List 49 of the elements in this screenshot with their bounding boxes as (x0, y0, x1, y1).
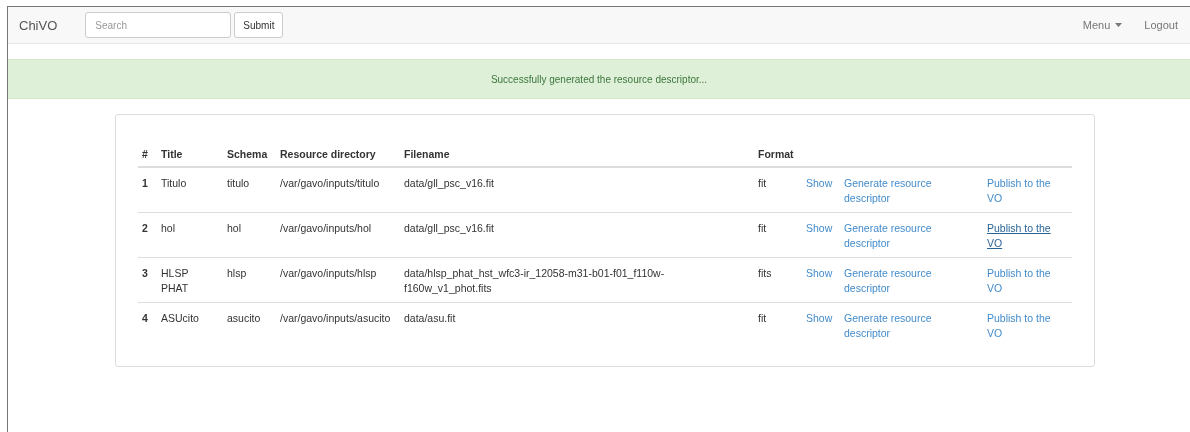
table-cell-text: HLSP PHAT (161, 266, 190, 296)
alert-message: Successfully generated the resource descriptor... (490, 73, 708, 85)
column-header: Resource directory (276, 140, 400, 167)
menu-dropdown[interactable]: Menu (1082, 19, 1123, 31)
column-header: Filename (400, 140, 754, 167)
table-cell: 4 (138, 302, 157, 347)
table-cell: /var/gavo/inputs/hol (276, 212, 400, 258)
logout-link[interactable]: Logout (1144, 19, 1178, 31)
generate-link[interactable]: Generate resource descriptor (844, 266, 979, 296)
column-header: Schema (223, 140, 276, 167)
table-cell: fits (754, 257, 802, 303)
column-header: # (138, 140, 157, 167)
publish-link[interactable]: Publish to the VO (987, 176, 1068, 206)
table-cell: 2 (138, 212, 157, 258)
column-header: Title (157, 140, 223, 167)
show-link[interactable]: Show (806, 176, 836, 191)
table-cell-text: Titulo (161, 176, 188, 191)
table-cell: fit (754, 167, 802, 213)
table-cell: 3 (138, 257, 157, 303)
show-link[interactable]: Show (806, 266, 836, 281)
table-cell: asucito (223, 302, 276, 347)
publish-link[interactable]: Publish to the VO (987, 221, 1068, 251)
show-link[interactable]: Show (806, 221, 836, 236)
search-field[interactable]: Search (85, 12, 232, 38)
generate-link[interactable]: Generate resource descriptor (844, 311, 979, 341)
table-cell-text: hol (161, 221, 176, 236)
table-cell: data/gll_psc_v16.fit (400, 167, 754, 213)
table-cell: hol (223, 212, 276, 258)
table-cell-text: ASUcito (161, 311, 200, 326)
table-cell: hlsp (223, 257, 276, 303)
brand-link[interactable]: ChiVO (19, 17, 58, 33)
publish-link[interactable]: Publish to the VO (987, 266, 1068, 296)
table-cell: titulo (223, 167, 276, 213)
table-cell: /var/gavo/inputs/hlsp (276, 257, 400, 303)
table-cell: data/gll_psc_v16.fit (400, 212, 754, 258)
table-cell: fit (754, 212, 802, 258)
publish-link[interactable]: Publish to the VO (987, 311, 1068, 341)
show-link[interactable]: Show (806, 311, 836, 326)
submit-button[interactable]: Submit (234, 12, 284, 38)
table-cell: data/asu.fit (400, 302, 754, 347)
caret-icon (1115, 23, 1123, 27)
table-cell: /var/gavo/inputs/asucito (276, 302, 400, 347)
column-header: Format (754, 140, 802, 167)
table-cell: /var/gavo/inputs/titulo (276, 167, 400, 213)
generate-link[interactable]: Generate resource descriptor (844, 221, 979, 251)
table-cell: fit (754, 302, 802, 347)
table-cell: 1 (138, 167, 157, 213)
table-cell: data/hlsp_phat_hst_wfc3-ir_12058-m31-b01-f01_f110w-f160w_v1_phot.fits (400, 257, 754, 303)
generate-link[interactable]: Generate resource descriptor (844, 176, 979, 206)
